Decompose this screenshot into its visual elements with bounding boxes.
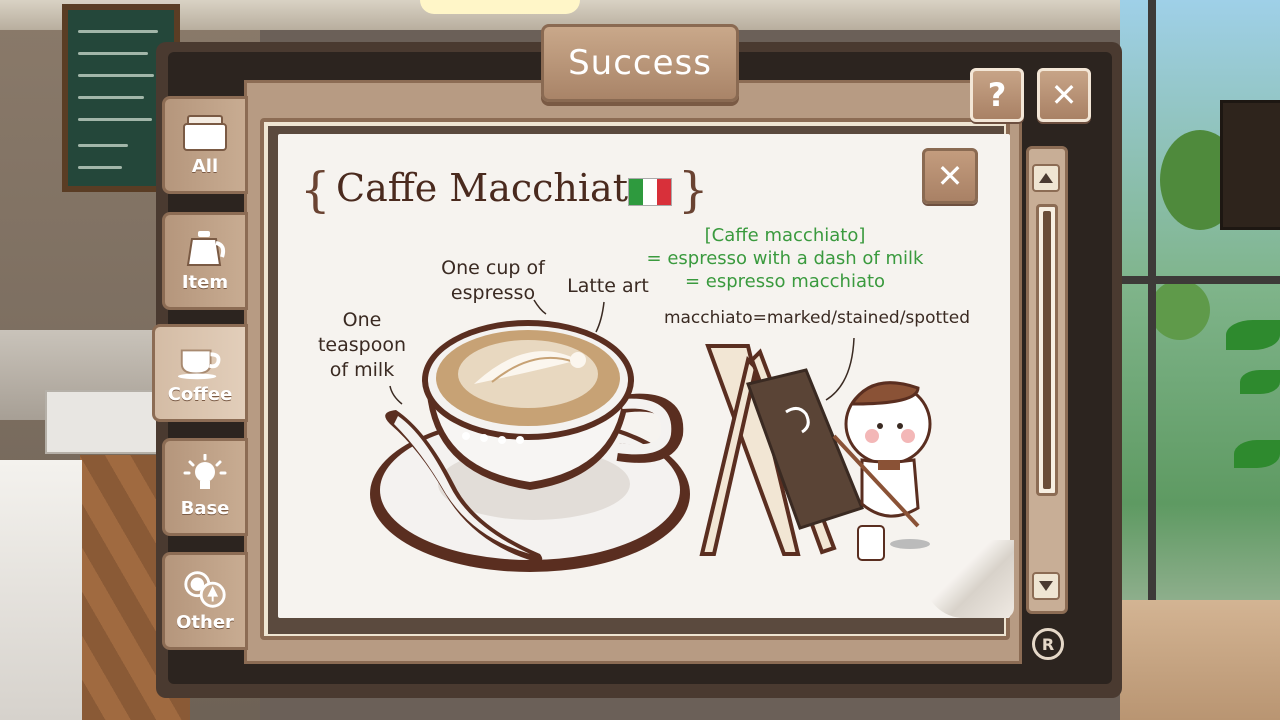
- tab-all[interactable]: All: [162, 96, 248, 194]
- tab-base[interactable]: Base: [162, 438, 248, 536]
- tab-other[interactable]: Other: [162, 552, 248, 650]
- sink: [45, 390, 169, 454]
- tab-label: All: [191, 155, 219, 177]
- registered-badge: R: [1032, 628, 1064, 660]
- triangle-down-icon: [1039, 581, 1053, 591]
- macchiato-illustration: [370, 299, 932, 572]
- window-frame: [1120, 276, 1280, 284]
- plant-leaf: [1226, 320, 1280, 350]
- plant-leaf: [1234, 440, 1280, 468]
- tab-label: Coffee: [167, 383, 233, 405]
- dialog-title-tab: Success: [541, 24, 739, 102]
- tab-label: Other: [176, 611, 234, 633]
- tab-label: Item: [181, 271, 229, 293]
- tab-item[interactable]: Item: [162, 212, 248, 310]
- coffee-poster: [1220, 100, 1280, 230]
- counter: [0, 460, 82, 720]
- floor: [1120, 600, 1280, 720]
- lightbulb-icon: [181, 453, 229, 494]
- dialog-title: Success: [568, 43, 712, 83]
- close-dialog-button[interactable]: ✕: [1037, 68, 1091, 122]
- tab-coffee[interactable]: Coffee: [152, 324, 248, 422]
- help-button[interactable]: ?: [970, 68, 1024, 122]
- question-icon: ?: [987, 76, 1007, 114]
- bush: [1150, 280, 1210, 340]
- ceiling-light: [420, 0, 580, 14]
- scrollbar-thumb[interactable]: [1036, 204, 1058, 496]
- scroll-down-button[interactable]: [1032, 572, 1060, 600]
- folder-icon: [181, 114, 229, 152]
- close-icon: ✕: [1050, 76, 1078, 114]
- ingredients-icon: [181, 570, 229, 608]
- plant-leaf: [1240, 370, 1280, 394]
- scroll-up-button[interactable]: [1032, 164, 1060, 192]
- registered-icon: R: [1041, 634, 1055, 654]
- tab-label: Base: [180, 497, 230, 519]
- window-frame: [1148, 0, 1156, 620]
- coffee-cup-icon: [176, 342, 224, 380]
- kettle-icon: [181, 230, 229, 268]
- triangle-up-icon: [1039, 173, 1053, 183]
